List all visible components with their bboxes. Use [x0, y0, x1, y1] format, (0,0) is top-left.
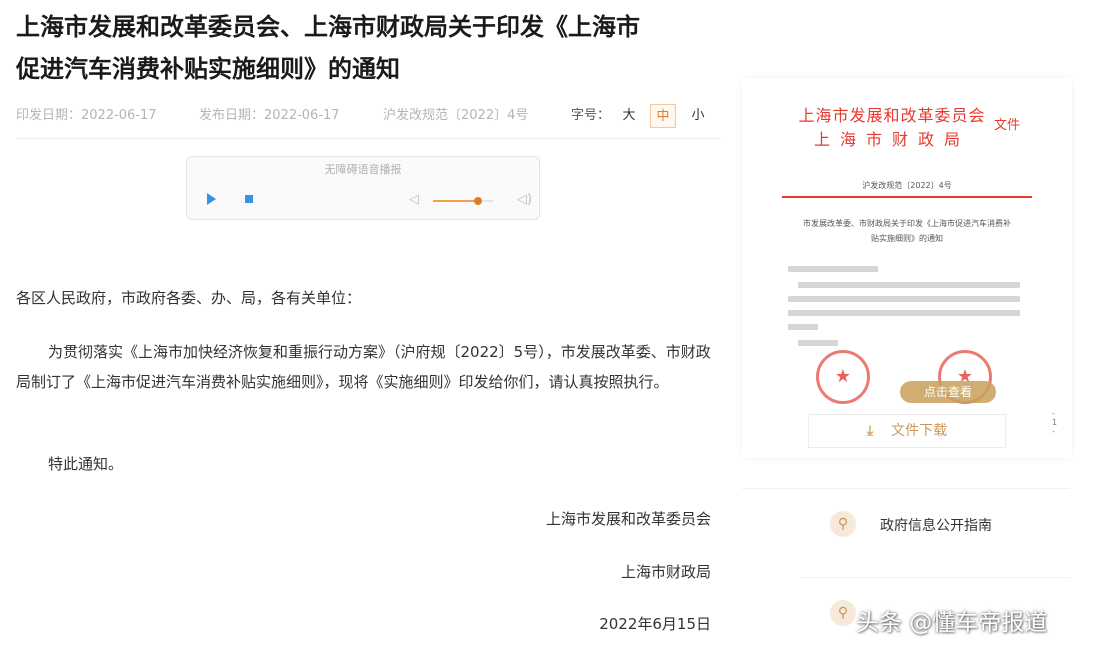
sidebar-item-disclosure-guide[interactable]: ⚲ 政府信息公开指南 — [800, 488, 1070, 559]
signature-ndrc: 上海市发展和改革委员会 — [545, 510, 711, 528]
publish-date: 发布日期：2022-06-17 — [199, 108, 340, 123]
signature-finance-bureau: 上海市财政局 — [620, 563, 711, 581]
volume-slider-thumb[interactable] — [474, 197, 482, 205]
doc-text-line — [788, 266, 878, 272]
download-icon: ⤓ — [866, 423, 874, 439]
doc-page-number: - 1 - — [1052, 409, 1058, 436]
volume-down-icon[interactable]: ◁ — [409, 192, 419, 207]
audio-player-title: 无障碍语音播报 — [324, 163, 402, 176]
doc-red-head-2: 上海市财政局 — [813, 130, 970, 149]
doc-text-line — [788, 324, 818, 330]
info-icon: ⚲ — [830, 600, 856, 626]
doc-text-line — [788, 310, 1020, 316]
font-size-small-button[interactable]: 小 — [685, 104, 711, 128]
document-number: 沪发改规范〔2022〕4号 — [383, 108, 529, 123]
title-line-1: 上海市发展和改革委员会、上海市财政局关于印发《上海市 — [16, 13, 640, 41]
click-view-button[interactable]: 点击查看 — [900, 381, 996, 403]
play-icon[interactable] — [207, 193, 216, 205]
doc-subtitle: 市发展改革委、市财政局关于印发《上海市促进汽车消费补贴实施细则》的通知 — [803, 219, 1011, 243]
file-download-button[interactable]: ⤓ 文件下载 — [808, 414, 1006, 448]
font-size-medium-button[interactable]: 中 — [650, 104, 676, 128]
font-size-label: 字号： — [571, 108, 611, 123]
doc-number: 沪发改规范〔2022〕4号 — [862, 181, 952, 190]
official-seal-icon: ★ — [816, 350, 870, 404]
volume-up-icon[interactable]: ◁) — [517, 192, 532, 207]
file-download-label: 文件下载 — [891, 423, 948, 439]
doc-text-line — [798, 340, 838, 346]
doc-red-rule — [782, 196, 1032, 198]
document-preview-card: 上海市发展和改革委员会 上海市财政局 文件 沪发改规范〔2022〕4号 市发展改… — [742, 78, 1072, 458]
doc-text-line — [798, 282, 1020, 288]
closing-text: 特此通知。 — [48, 455, 124, 473]
document-thumbnail[interactable]: 上海市发展和改革委员会 上海市财政局 文件 沪发改规范〔2022〕4号 市发展改… — [782, 78, 1057, 436]
font-size-large-button[interactable]: 大 — [616, 104, 642, 128]
article-body: 为贯彻落实《上海市加快经济恢复和重振行动方案》（沪府规〔2022〕5号），市发展… — [16, 343, 711, 391]
doc-text-line — [788, 296, 1020, 302]
doc-red-head-1: 上海市发展和改革委员会 — [798, 106, 986, 125]
info-guide-icon: ⚲ — [830, 511, 856, 537]
article-title: 上海市发展和改革委员会、上海市财政局关于印发《上海市 促进汽车消费补贴实施细则》… — [16, 6, 716, 90]
article-meta: 印发日期：2022-06-17 发布日期：2022-06-17 沪发改规范〔20… — [16, 101, 721, 128]
audio-player: 无障碍语音播报 ◁ ◁) — [186, 156, 540, 220]
volume-slider-fill — [433, 200, 478, 202]
watermark: 头条 @懂车帝报道 — [856, 610, 1048, 636]
divider — [742, 488, 800, 489]
volume-slider[interactable] — [433, 197, 493, 205]
title-line-2: 促进汽车消费补贴实施细则》的通知 — [16, 55, 400, 83]
divider — [16, 138, 721, 139]
addressee: 各区人民政府，市政府各委、办、局，各有关单位： — [16, 289, 362, 307]
issue-date: 印发日期：2022-06-17 — [16, 108, 157, 123]
stop-icon[interactable] — [245, 195, 253, 203]
signature-date: 2022年6月15日 — [599, 615, 711, 633]
sidebar-item-label: 政府信息公开指南 — [880, 518, 992, 534]
doc-red-head-wen: 文件 — [994, 118, 1021, 133]
